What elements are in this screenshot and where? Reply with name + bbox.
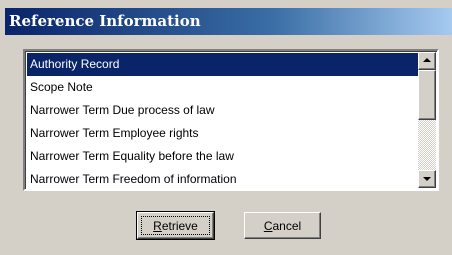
title-bar[interactable]: Reference Information xyxy=(5,8,452,35)
scroll-up-button[interactable] xyxy=(418,52,436,70)
retrieve-mnemonic: R xyxy=(153,218,162,233)
list-item-narrower-term-due-process[interactable]: Narrower Term Due process of law xyxy=(27,99,418,122)
vertical-scrollbar[interactable] xyxy=(418,52,436,188)
list-items: Authority Record Scope Note Narrower Ter… xyxy=(27,53,418,189)
cancel-mnemonic: C xyxy=(263,218,273,233)
list-item-authority-record[interactable]: Authority Record xyxy=(27,53,418,76)
arrow-down-icon xyxy=(423,177,431,181)
retrieve-button-focus: Retrieve xyxy=(141,216,210,235)
scroll-thumb[interactable] xyxy=(418,70,436,120)
cancel-label: ancel xyxy=(272,218,302,233)
arrow-up-icon xyxy=(423,58,431,62)
retrieve-button[interactable]: Retrieve xyxy=(136,211,215,240)
cancel-button-face: Cancel xyxy=(248,216,317,235)
list-item-narrower-term-employee-rights[interactable]: Narrower Term Employee rights xyxy=(27,122,418,145)
reference-listbox[interactable]: Authority Record Scope Note Narrower Ter… xyxy=(23,49,439,191)
list-item-narrower-term-equality[interactable]: Narrower Term Equality before the law xyxy=(27,145,418,168)
reference-information-dialog: Reference Information Authority Record S… xyxy=(0,0,452,255)
list-item-narrower-term-freedom[interactable]: Narrower Term Freedom of information xyxy=(27,168,418,189)
cancel-button[interactable]: Cancel xyxy=(244,212,321,239)
retrieve-label: etrieve xyxy=(161,218,198,233)
list-item-scope-note[interactable]: Scope Note xyxy=(27,76,418,99)
dialog-title: Reference Information xyxy=(9,12,201,30)
scroll-down-button[interactable] xyxy=(418,170,436,188)
